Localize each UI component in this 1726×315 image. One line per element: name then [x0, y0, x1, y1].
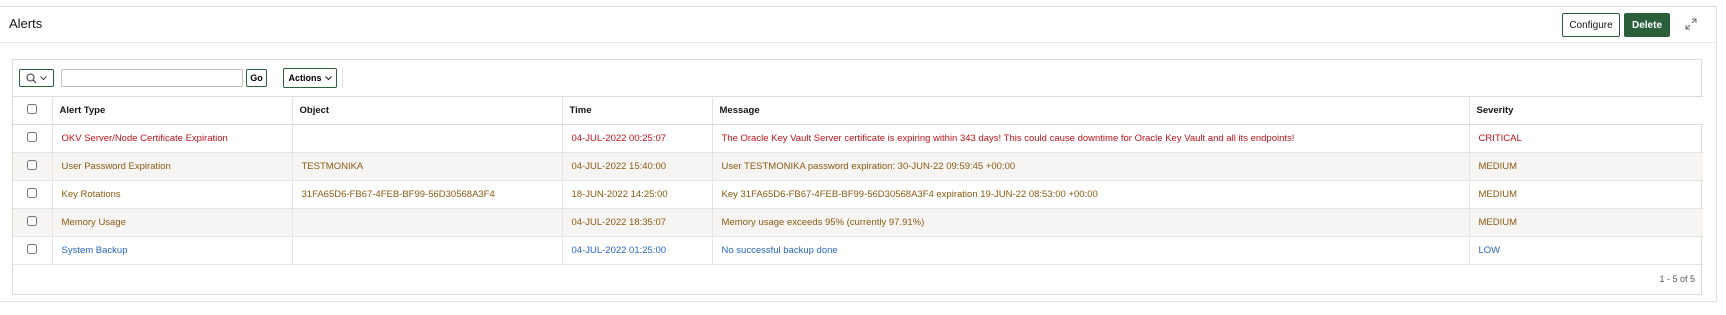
- alert-type-cell: OKV Server/Node Certificate Expiration: [52, 124, 293, 153]
- time-cell: 04-JUL-2022 15:40:00: [562, 152, 713, 181]
- region-header: Alerts Configure Delete: [0, 7, 1716, 43]
- search-icon: [26, 72, 37, 83]
- message-cell: User TESTMONIKA password expiration: 30-…: [712, 152, 1470, 181]
- severity-cell: LOW: [1469, 236, 1703, 265]
- report-toolbar: Go Actions: [13, 60, 1701, 96]
- object-cell: [292, 236, 563, 265]
- table-row[interactable]: System Backup 04-JUL-2022 01:25:00 No su…: [13, 236, 1703, 265]
- alert-type-cell: System Backup: [52, 236, 293, 265]
- column-header-alert-type[interactable]: Alert Type: [52, 96, 293, 125]
- row-checkbox[interactable]: [27, 244, 38, 254]
- select-all-header: [13, 96, 53, 125]
- search-column-selector[interactable]: [19, 69, 54, 87]
- column-header-message[interactable]: Message: [712, 96, 1470, 125]
- chevron-down-icon: [324, 75, 332, 80]
- row-checkbox-cell: [13, 124, 53, 153]
- configure-button[interactable]: Configure: [1562, 13, 1620, 37]
- column-header-severity[interactable]: Severity: [1469, 96, 1703, 125]
- object-cell: TESTMONIKA: [292, 152, 563, 181]
- select-all-checkbox[interactable]: [27, 104, 38, 114]
- delete-button[interactable]: Delete: [1624, 13, 1670, 37]
- region-title: Alerts: [9, 16, 43, 31]
- alert-type-cell: Key Rotations: [52, 180, 293, 209]
- toolbar-divider: [342, 68, 343, 88]
- go-button[interactable]: Go: [246, 69, 267, 87]
- time-cell: 18-JUN-2022 14:25:00: [562, 180, 713, 209]
- object-cell: [292, 124, 563, 153]
- alert-type-cell: Memory Usage: [52, 208, 293, 237]
- time-cell: 04-JUL-2022 00:25:07: [562, 124, 713, 153]
- severity-cell: MEDIUM: [1469, 180, 1703, 209]
- chevron-down-icon: [40, 75, 47, 80]
- expand-icon-svg: [1685, 18, 1697, 30]
- message-cell: The Oracle Key Vault Server certificate …: [712, 124, 1470, 153]
- alerts-table: Alert Type Object Time Message Severity …: [13, 96, 1703, 265]
- time-cell: 04-JUL-2022 18:35:07: [562, 208, 713, 237]
- table-header-row: Alert Type Object Time Message Severity: [13, 96, 1703, 125]
- object-cell: [292, 208, 563, 237]
- table-row[interactable]: OKV Server/Node Certificate Expiration 0…: [13, 124, 1703, 153]
- message-cell: Memory usage exceeds 95% (currently 97.9…: [712, 208, 1470, 237]
- severity-cell: MEDIUM: [1469, 208, 1703, 237]
- row-checkbox[interactable]: [27, 160, 38, 170]
- alerts-report: Go Actions Alert Type Object Time Messag…: [12, 59, 1703, 295]
- row-checkbox[interactable]: [27, 216, 38, 226]
- row-checkbox[interactable]: [27, 132, 38, 142]
- row-checkbox-cell: [13, 236, 53, 265]
- actions-label: Actions: [288, 73, 322, 83]
- actions-menu-button[interactable]: Actions: [283, 68, 337, 88]
- object-cell: 31FA65D6-FB67-4FEB-BF99-56D30568A3F4: [292, 180, 563, 209]
- alert-type-cell: User Password Expiration: [52, 152, 293, 181]
- column-header-time[interactable]: Time: [562, 96, 713, 125]
- search-input[interactable]: [61, 69, 243, 87]
- row-checkbox-cell: [13, 180, 53, 209]
- column-header-object[interactable]: Object: [292, 96, 563, 125]
- expand-icon[interactable]: [1684, 18, 1698, 32]
- row-checkbox-cell: [13, 208, 53, 237]
- row-checkbox-cell: [13, 152, 53, 181]
- time-cell: 04-JUL-2022 01:25:00: [562, 236, 713, 265]
- table-row[interactable]: Memory Usage 04-JUL-2022 18:35:07 Memory…: [13, 208, 1703, 237]
- alerts-region: Alerts Configure Delete Go Actions Alert…: [0, 6, 1717, 302]
- table-row[interactable]: User Password Expiration TESTMONIKA 04-J…: [13, 152, 1703, 181]
- row-checkbox[interactable]: [27, 188, 38, 198]
- pagination-status: 1 - 5 of 5: [1659, 274, 1695, 284]
- severity-cell: MEDIUM: [1469, 152, 1703, 181]
- table-row[interactable]: Key Rotations 31FA65D6-FB67-4FEB-BF99-56…: [13, 180, 1703, 209]
- message-cell: No successful backup done: [712, 236, 1470, 265]
- message-cell: Key 31FA65D6-FB67-4FEB-BF99-56D30568A3F4…: [712, 180, 1470, 209]
- severity-cell: CRITICAL: [1469, 124, 1703, 153]
